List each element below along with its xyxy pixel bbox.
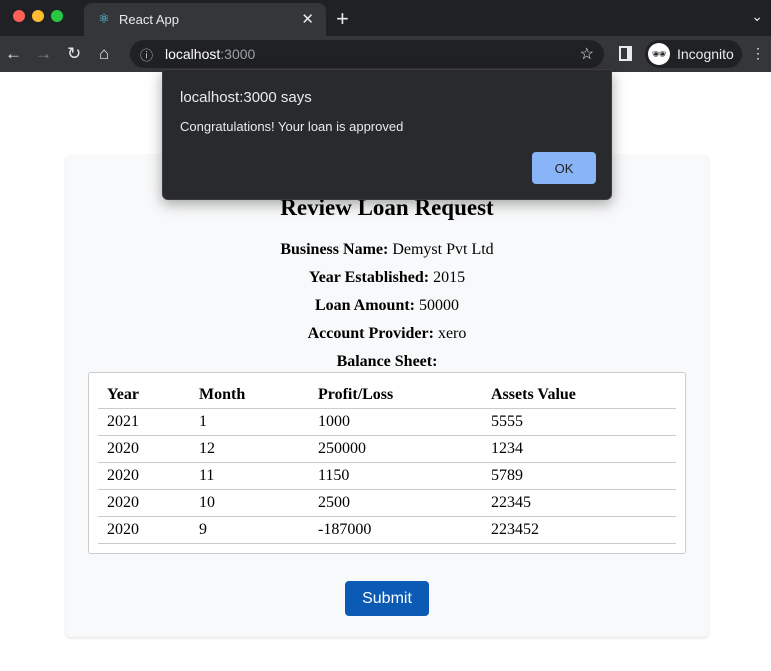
column-header: Profit/Loss [309, 381, 482, 409]
balance-sheet-table-container: Year Month Profit/Loss Assets Value 2021… [88, 372, 686, 554]
table-cell: 2020 [98, 489, 190, 517]
column-header: Month [190, 381, 309, 409]
browser-tab-bar: ⚛ React App ✕ + ⌄ [0, 0, 771, 36]
field-label: Year Established: [308, 269, 430, 286]
dialog-message: Congratulations! Your loan is approved [180, 119, 404, 134]
profile-button[interactable]: 🕶 Incognito [645, 40, 742, 68]
year-established-field: Year Established: 2015 [66, 269, 708, 287]
close-window-button[interactable] [13, 10, 25, 22]
review-card: Review Loan Request Business Name: Demys… [66, 155, 708, 637]
dialog-title: localhost:3000 says [180, 89, 312, 106]
maximize-window-button[interactable] [51, 10, 63, 22]
table-cell: 5789 [482, 462, 676, 490]
forward-icon[interactable]: → [35, 44, 52, 64]
chevron-down-icon[interactable]: ⌄ [751, 8, 763, 25]
table-cell: 2021 [98, 408, 190, 436]
table-cell: 1000 [309, 408, 482, 436]
submit-button[interactable]: Submit [345, 581, 429, 616]
field-value: Demyst Pvt Ltd [392, 241, 494, 258]
table-cell: 11 [190, 462, 309, 490]
minimize-window-button[interactable] [32, 10, 44, 22]
table-cell: 12 [190, 435, 309, 463]
table-cell: 2020 [98, 462, 190, 490]
table-cell: 10 [190, 489, 309, 517]
table-cell: 5555 [482, 408, 676, 436]
browser-tab[interactable]: ⚛ React App ✕ [84, 3, 326, 36]
field-label: Loan Amount: [314, 297, 416, 314]
field-value: 2015 [433, 269, 466, 286]
account-provider-field: Account Provider: xero [66, 325, 708, 343]
table-cell: 1150 [309, 462, 482, 490]
browser-toolbar: ← → ↻ ⌂ ⓘ localhost:3000 ☆ 🕶 Incognito ⋮ [0, 36, 771, 72]
url: localhost:3000 [165, 46, 255, 62]
field-label: Balance Sheet: [336, 353, 438, 370]
balance-sheet-label: Balance Sheet: [66, 353, 708, 371]
ok-button[interactable]: OK [532, 152, 596, 184]
url-port: :3000 [220, 46, 256, 62]
alert-dialog: localhost:3000 says Congratulations! You… [162, 69, 612, 200]
more-menu-icon[interactable]: ⋮ [751, 45, 765, 62]
field-label: Business Name: [280, 241, 389, 258]
field-value: xero [437, 325, 467, 342]
column-header: Assets Value [482, 381, 676, 409]
table-row: 2021 1 1000 5555 [98, 408, 676, 436]
table-cell: 2500 [309, 489, 482, 517]
table-row: 2020 12 250000 1234 [98, 435, 676, 463]
field-label: Account Provider: [307, 325, 434, 342]
table-row: 2020 10 2500 22345 [98, 489, 676, 517]
home-icon[interactable]: ⌂ [99, 44, 109, 64]
table-cell: -187000 [309, 516, 482, 544]
table-cell: 2020 [98, 516, 190, 544]
table-cell: 22345 [482, 489, 676, 517]
business-name-field: Business Name: Demyst Pvt Ltd [66, 241, 708, 259]
table-cell: 223452 [482, 516, 676, 544]
table-cell: 9 [190, 516, 309, 544]
address-bar[interactable]: ⓘ localhost:3000 ☆ [130, 40, 604, 68]
url-host: localhost [165, 46, 221, 62]
table-cell: 1234 [482, 435, 676, 463]
table-cell: 250000 [309, 435, 482, 463]
table-cell: 1 [190, 408, 309, 436]
balance-sheet-table: Year Month Profit/Loss Assets Value 2021… [98, 381, 676, 544]
close-tab-icon[interactable]: ✕ [301, 10, 314, 28]
loan-amount-field: Loan Amount: 50000 [66, 297, 708, 315]
side-panel-icon[interactable] [619, 46, 632, 61]
table-cell: 2020 [98, 435, 190, 463]
reload-icon[interactable]: ↻ [67, 44, 81, 64]
field-value: 50000 [419, 297, 460, 314]
table-row: 2020 9 -187000 223452 [98, 516, 676, 544]
tab-title: React App [119, 12, 179, 27]
react-icon: ⚛ [98, 11, 110, 26]
new-tab-icon[interactable]: + [336, 6, 349, 32]
bookmark-star-icon[interactable]: ☆ [580, 44, 594, 64]
incognito-icon: 🕶 [648, 43, 670, 65]
profile-label: Incognito [677, 46, 734, 62]
column-header: Year [98, 381, 190, 409]
info-icon: ⓘ [140, 48, 154, 63]
back-icon[interactable]: ← [5, 44, 22, 64]
table-header-row: Year Month Profit/Loss Assets Value [98, 381, 676, 409]
table-row: 2020 11 1150 5789 [98, 462, 676, 490]
